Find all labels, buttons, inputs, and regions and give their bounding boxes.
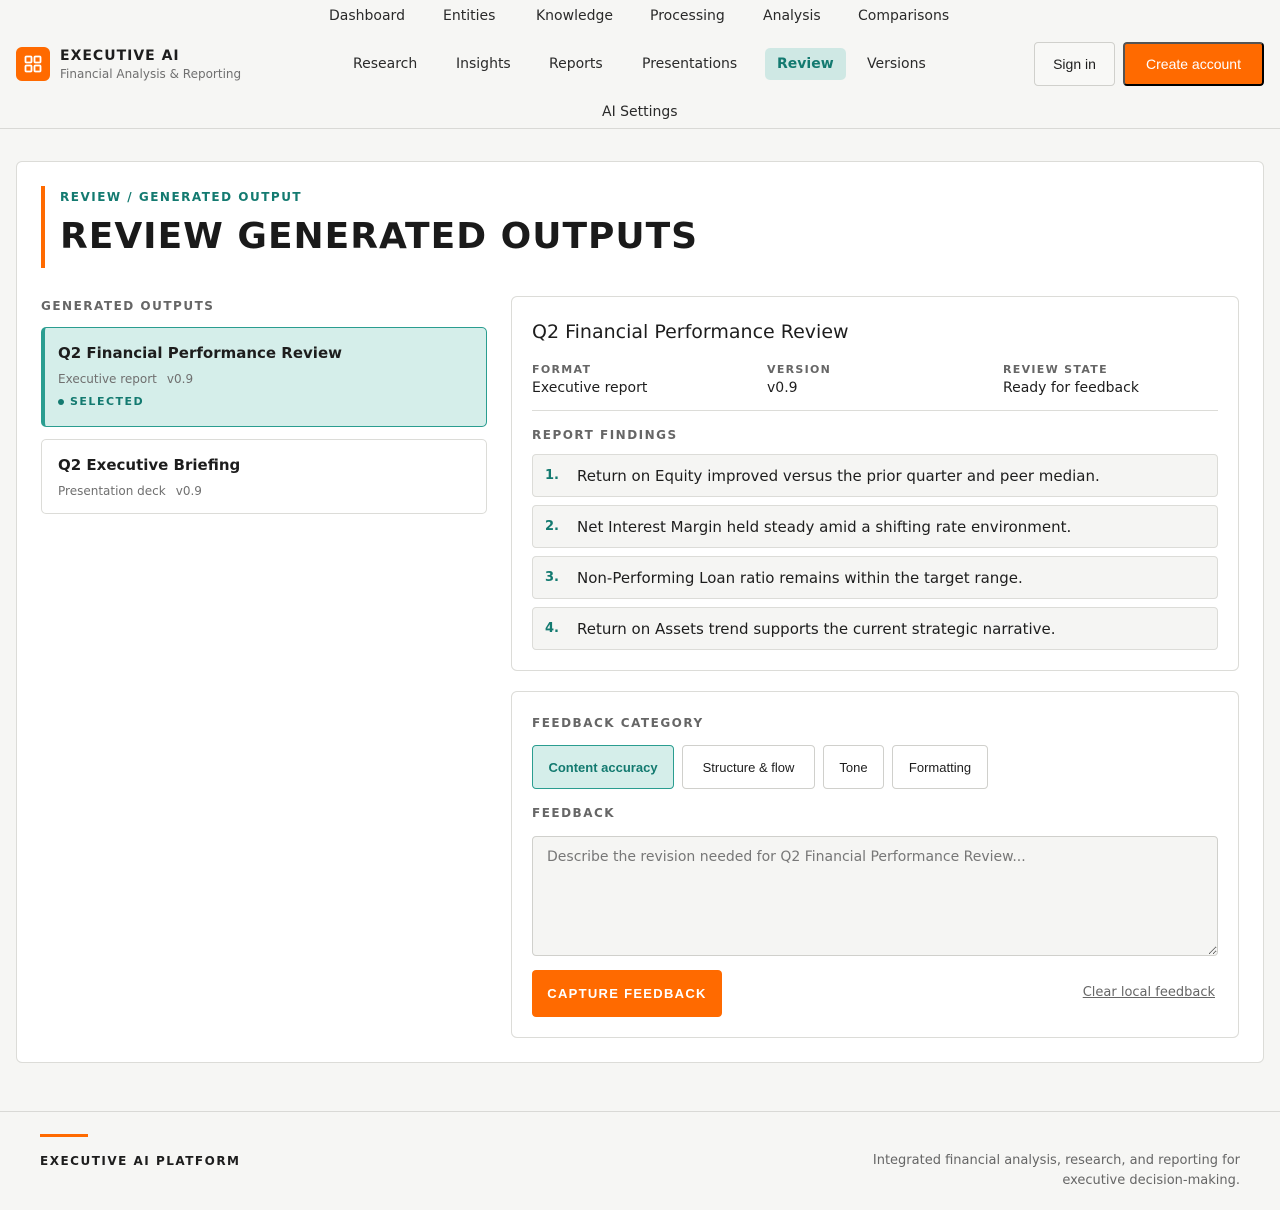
brand-name: EXECUTIVE AI [60,47,180,64]
review-card: REVIEW / GENERATED OUTPUT REVIEW GENERAT… [16,161,1264,1063]
nav-dashboard[interactable]: Dashboard [317,0,417,32]
nav-versions[interactable]: Versions [855,48,938,80]
output-meta: Executive report v0.9 [58,372,470,386]
findings-label: REPORT FINDINGS [532,428,678,442]
finding-item: 2. Net Interest Margin held steady amid … [532,505,1218,548]
meta-version-label: VERSION [767,363,832,376]
footer-description: Integrated financial analysis, research,… [872,1153,1240,1188]
finding-text: Non-Performing Loan ratio remains within… [577,568,1023,587]
top-header: EXECUTIVE AI Financial Analysis & Report… [0,0,1280,129]
finding-number: 4. [545,621,559,636]
nav-research[interactable]: Research [341,48,429,80]
finding-item: 3. Non-Performing Loan ratio remains wit… [532,556,1218,599]
grid-logo-icon [16,47,50,81]
page-title: REVIEW GENERATED OUTPUTS [60,216,699,257]
nav-analysis[interactable]: Analysis [751,0,833,32]
page-heading: REVIEW / GENERATED OUTPUT REVIEW GENERAT… [41,186,698,268]
finding-text: Return on Assets trend supports the curr… [577,619,1056,638]
selected-dot-icon [58,398,64,405]
output-meta: Presentation deck v0.9 [58,484,470,498]
outputs-label: GENERATED OUTPUTS [41,299,215,313]
finding-item: 4. Return on Assets trend supports the c… [532,607,1218,650]
feedback-category-label: FEEDBACK CATEGORY [532,716,704,730]
nav-entities[interactable]: Entities [431,0,507,32]
output-format: Executive report [58,372,157,386]
nav-insights[interactable]: Insights [444,48,523,80]
output-item-q2-review[interactable]: Q2 Financial Performance Review Executiv… [41,327,487,427]
chip-formatting[interactable]: Formatting [892,745,988,789]
finding-text: Return on Equity improved versus the pri… [577,466,1100,485]
chip-structure-flow[interactable]: Structure & flow [682,745,815,789]
nav-review[interactable]: Review [765,48,846,80]
feedback-textarea[interactable] [532,836,1218,956]
meta-version: VERSION v0.9 [767,363,831,396]
capture-feedback-button[interactable]: CAPTURE FEEDBACK [532,970,722,1017]
create-account-button[interactable]: Create account [1123,42,1264,86]
finding-item: 1. Return on Equity improved versus the … [532,454,1218,497]
brand[interactable]: EXECUTIVE AI Financial Analysis & Report… [16,47,241,81]
meta-version-value: v0.9 [767,380,798,396]
meta-format-label: FORMAT [532,363,592,376]
output-version: v0.9 [166,372,194,386]
nav-knowledge[interactable]: Knowledge [524,0,625,32]
finding-text: Net Interest Margin held steady amid a s… [577,517,1072,536]
footer: EXECUTIVE AI PLATFORM Integrated financi… [0,1111,1280,1210]
meta-state-value: Ready for feedback [1003,380,1139,396]
selected-label: SELECTED [70,395,145,408]
divider [532,410,1218,411]
nav-processing[interactable]: Processing [638,0,737,32]
finding-number: 2. [545,519,559,534]
finding-number: 3. [545,570,559,585]
nav-ai-settings[interactable]: AI Settings [590,96,690,128]
output-item-q2-briefing[interactable]: Q2 Executive Briefing Presentation deck v… [41,439,487,514]
meta-format-value: Executive report [532,380,648,396]
output-version: v0.9 [175,484,202,498]
finding-number: 1. [545,468,559,483]
chip-content-accuracy[interactable]: Content accuracy [532,745,674,789]
output-title: Q2 Financial Performance Review [58,344,342,362]
feedback-panel: FEEDBACK CATEGORY Content accuracy Struc… [511,691,1239,1038]
output-detail-panel: Q2 Financial Performance Review FORMAT E… [511,296,1239,671]
clear-feedback-link[interactable]: Clear local feedback [1083,985,1215,1000]
meta-format: FORMAT Executive report [532,363,647,396]
footer-brand: EXECUTIVE AI PLATFORM [40,1154,241,1168]
nav-presentations[interactable]: Presentations [630,48,749,80]
brand-subtitle: Financial Analysis & Reporting [60,66,242,81]
footer-accent-bar [40,1134,88,1137]
meta-review-state: REVIEW STATE Ready for feedback [1003,363,1139,396]
breadcrumb: REVIEW / GENERATED OUTPUT [60,190,303,204]
nav-comparisons[interactable]: Comparisons [846,0,961,32]
nav-reports[interactable]: Reports [537,48,615,80]
detail-title: Q2 Financial Performance Review [532,321,849,343]
selected-badge: SELECTED [58,395,470,408]
chip-tone[interactable]: Tone [823,745,884,789]
sign-in-button[interactable]: Sign in [1034,42,1115,86]
meta-state-label: REVIEW STATE [1003,363,1108,376]
feedback-label: FEEDBACK [532,806,616,820]
output-title: Q2 Executive Briefing [58,456,241,474]
output-format: Presentation deck [58,484,166,498]
